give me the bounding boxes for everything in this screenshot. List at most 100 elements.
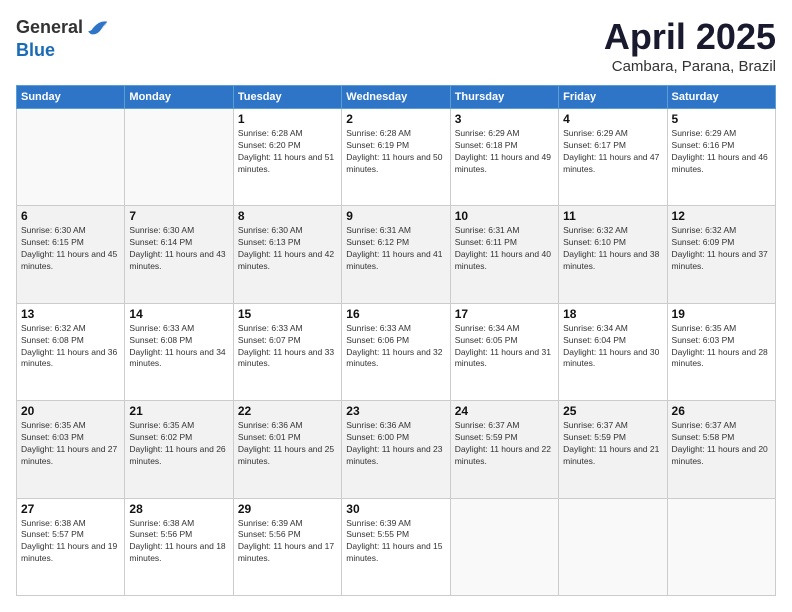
day-number: 18: [563, 307, 662, 321]
day-info: Sunrise: 6:36 AM Sunset: 6:01 PM Dayligh…: [238, 420, 337, 468]
day-info: Sunrise: 6:35 AM Sunset: 6:03 PM Dayligh…: [21, 420, 120, 468]
day-info: Sunrise: 6:39 AM Sunset: 5:55 PM Dayligh…: [346, 518, 445, 566]
day-cell: 3 Sunrise: 6:29 AM Sunset: 6:18 PM Daylig…: [450, 109, 558, 206]
day-info: Sunrise: 6:38 AM Sunset: 5:56 PM Dayligh…: [129, 518, 228, 566]
day-cell: 19Sunrise: 6:35 AM Sunset: 6:03 PM Dayli…: [667, 303, 775, 400]
weekday-header-tuesday: Tuesday: [233, 86, 341, 109]
day-cell: 16 Sunrise: 6:33 AM Sunset: 6:06 PM Dayli…: [342, 303, 450, 400]
day-cell: 22 Sunrise: 6:36 AM Sunset: 6:01 PM Dayli…: [233, 401, 341, 498]
day-number: 21: [129, 404, 228, 418]
day-info: Sunrise: 6:33 AM Sunset: 6:06 PM Dayligh…: [346, 323, 445, 371]
week-row-2: 6 Sunrise: 6:30 AM Sunset: 6:15 PM Daylig…: [17, 206, 776, 303]
day-number: 1: [238, 112, 337, 126]
day-cell: 5Sunrise: 6:29 AM Sunset: 6:16 PM Daylig…: [667, 109, 775, 206]
day-cell: 1 Sunrise: 6:28 AM Sunset: 6:20 PM Daylig…: [233, 109, 341, 206]
day-number: 2: [346, 112, 445, 126]
day-number: 22: [238, 404, 337, 418]
day-info: Sunrise: 6:38 AM Sunset: 5:57 PM Dayligh…: [21, 518, 120, 566]
day-cell: 20 Sunrise: 6:35 AM Sunset: 6:03 PM Dayli…: [17, 401, 125, 498]
weekday-header-thursday: Thursday: [450, 86, 558, 109]
day-number: 25: [563, 404, 662, 418]
day-info: Sunrise: 6:30 AM Sunset: 6:15 PM Dayligh…: [21, 225, 120, 273]
day-cell: 29Sunrise: 6:39 AM Sunset: 5:56 PM Dayli…: [233, 498, 341, 595]
week-row-4: 20 Sunrise: 6:35 AM Sunset: 6:03 PM Dayli…: [17, 401, 776, 498]
day-number: 9: [346, 209, 445, 223]
title-block: April 2025 Cambara, Parana, Brazil: [604, 16, 776, 75]
day-number: 6: [21, 209, 120, 223]
day-number: 7: [129, 209, 228, 223]
day-number: 29: [238, 502, 337, 516]
day-cell: 24Sunrise: 6:37 AM Sunset: 5:59 PM Dayli…: [450, 401, 558, 498]
day-cell: 2 Sunrise: 6:28 AM Sunset: 6:19 PM Daylig…: [342, 109, 450, 206]
day-cell: [667, 498, 775, 595]
day-number: 14: [129, 307, 228, 321]
day-info: Sunrise: 6:37 AM Sunset: 5:59 PM Dayligh…: [455, 420, 554, 468]
day-cell: 27 Sunrise: 6:38 AM Sunset: 5:57 PM Dayli…: [17, 498, 125, 595]
day-number: 27: [21, 502, 120, 516]
day-cell: 11Sunrise: 6:32 AM Sunset: 6:10 PM Dayli…: [559, 206, 667, 303]
day-number: 28: [129, 502, 228, 516]
day-info: Sunrise: 6:30 AM Sunset: 6:14 PM Dayligh…: [129, 225, 228, 273]
day-cell: 9 Sunrise: 6:31 AM Sunset: 6:12 PM Daylig…: [342, 206, 450, 303]
day-cell: 6 Sunrise: 6:30 AM Sunset: 6:15 PM Daylig…: [17, 206, 125, 303]
day-cell: 25 Sunrise: 6:37 AM Sunset: 5:59 PM Dayli…: [559, 401, 667, 498]
day-number: 13: [21, 307, 120, 321]
week-row-3: 13 Sunrise: 6:32 AM Sunset: 6:08 PM Dayli…: [17, 303, 776, 400]
page: General Blue April 2025 Cambara, Parana,…: [0, 0, 792, 612]
day-cell: 13 Sunrise: 6:32 AM Sunset: 6:08 PM Dayli…: [17, 303, 125, 400]
day-number: 4: [563, 112, 662, 126]
day-info: Sunrise: 6:35 AM Sunset: 6:02 PM Dayligh…: [129, 420, 228, 468]
day-info: Sunrise: 6:37 AM Sunset: 5:58 PM Dayligh…: [672, 420, 771, 468]
day-cell: 4Sunrise: 6:29 AM Sunset: 6:17 PM Daylig…: [559, 109, 667, 206]
day-info: Sunrise: 6:29 AM Sunset: 6:16 PM Dayligh…: [672, 128, 771, 176]
day-info: Sunrise: 6:30 AM Sunset: 6:13 PM Dayligh…: [238, 225, 337, 273]
weekday-header-friday: Friday: [559, 86, 667, 109]
logo-blue-text: Blue: [16, 40, 55, 60]
weekday-header-wednesday: Wednesday: [342, 86, 450, 109]
day-number: 8: [238, 209, 337, 223]
day-cell: 21 Sunrise: 6:35 AM Sunset: 6:02 PM Dayli…: [125, 401, 233, 498]
day-cell: [559, 498, 667, 595]
day-number: 17: [455, 307, 554, 321]
day-cell: 18Sunrise: 6:34 AM Sunset: 6:04 PM Dayli…: [559, 303, 667, 400]
weekday-header-row: SundayMondayTuesdayWednesdayThursdayFrid…: [17, 86, 776, 109]
day-info: Sunrise: 6:35 AM Sunset: 6:03 PM Dayligh…: [672, 323, 771, 371]
day-info: Sunrise: 6:31 AM Sunset: 6:11 PM Dayligh…: [455, 225, 554, 273]
day-info: Sunrise: 6:29 AM Sunset: 6:18 PM Dayligh…: [455, 128, 554, 176]
day-number: 3: [455, 112, 554, 126]
day-info: Sunrise: 6:33 AM Sunset: 6:08 PM Dayligh…: [129, 323, 228, 371]
day-info: Sunrise: 6:33 AM Sunset: 6:07 PM Dayligh…: [238, 323, 337, 371]
day-info: Sunrise: 6:34 AM Sunset: 6:05 PM Dayligh…: [455, 323, 554, 371]
day-number: 10: [455, 209, 554, 223]
day-number: 20: [21, 404, 120, 418]
day-cell: [17, 109, 125, 206]
location: Cambara, Parana, Brazil: [604, 58, 776, 75]
day-number: 26: [672, 404, 771, 418]
day-cell: [450, 498, 558, 595]
day-cell: 14 Sunrise: 6:33 AM Sunset: 6:08 PM Dayli…: [125, 303, 233, 400]
day-number: 12: [672, 209, 771, 223]
day-number: 15: [238, 307, 337, 321]
weekday-header-monday: Monday: [125, 86, 233, 109]
day-info: Sunrise: 6:36 AM Sunset: 6:00 PM Dayligh…: [346, 420, 445, 468]
header: General Blue April 2025 Cambara, Parana,…: [16, 16, 776, 75]
day-info: Sunrise: 6:37 AM Sunset: 5:59 PM Dayligh…: [563, 420, 662, 468]
logo-bird-icon: [85, 16, 109, 40]
logo: General Blue: [16, 16, 109, 62]
day-info: Sunrise: 6:32 AM Sunset: 6:10 PM Dayligh…: [563, 225, 662, 273]
week-row-1: 1 Sunrise: 6:28 AM Sunset: 6:20 PM Daylig…: [17, 109, 776, 206]
day-cell: 28 Sunrise: 6:38 AM Sunset: 5:56 PM Dayli…: [125, 498, 233, 595]
logo-general-text: General: [16, 17, 83, 39]
month-title: April 2025: [604, 16, 776, 58]
day-cell: [125, 109, 233, 206]
day-cell: 8 Sunrise: 6:30 AM Sunset: 6:13 PM Daylig…: [233, 206, 341, 303]
day-cell: 17 Sunrise: 6:34 AM Sunset: 6:05 PM Dayli…: [450, 303, 558, 400]
day-info: Sunrise: 6:31 AM Sunset: 6:12 PM Dayligh…: [346, 225, 445, 273]
day-number: 16: [346, 307, 445, 321]
day-info: Sunrise: 6:32 AM Sunset: 6:08 PM Dayligh…: [21, 323, 120, 371]
day-info: Sunrise: 6:28 AM Sunset: 6:19 PM Dayligh…: [346, 128, 445, 176]
weekday-header-saturday: Saturday: [667, 86, 775, 109]
day-cell: 26 Sunrise: 6:37 AM Sunset: 5:58 PM Dayli…: [667, 401, 775, 498]
day-info: Sunrise: 6:28 AM Sunset: 6:20 PM Dayligh…: [238, 128, 337, 176]
day-cell: 23Sunrise: 6:36 AM Sunset: 6:00 PM Dayli…: [342, 401, 450, 498]
